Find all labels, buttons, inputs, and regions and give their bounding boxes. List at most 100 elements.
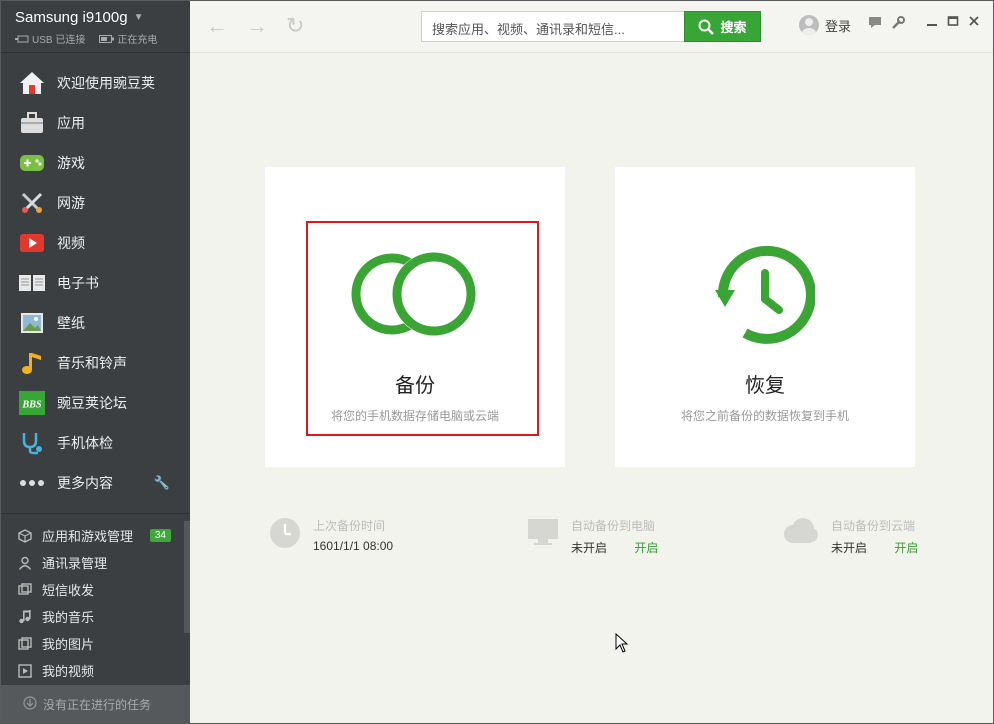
search-button-label: 搜索 xyxy=(720,20,747,35)
auto-cloud-info: 自动备份到云端 未开启 开启 xyxy=(781,517,918,556)
chat-icon[interactable] xyxy=(868,16,882,32)
sidebar-item-music[interactable]: 音乐和铃声 xyxy=(1,343,190,383)
maximize-icon[interactable] xyxy=(947,14,959,30)
manage-item-label: 我的视频 xyxy=(42,664,95,679)
download-icon xyxy=(23,695,37,713)
sidebar-item-sms[interactable]: 短信收发 xyxy=(1,576,190,603)
sidebar-item-video[interactable]: 视频 xyxy=(1,223,190,263)
app-window: Samsung i9100g ▼ USB 已连接 正在充电 欢迎使用豌豆荚 应用… xyxy=(0,0,994,724)
restore-description: 将您之前备份的数据恢复到手机 xyxy=(680,409,849,423)
backup-title: 备份 xyxy=(395,375,435,397)
book-icon xyxy=(19,270,45,296)
auto-pc-status: 未开启 开启 xyxy=(571,539,658,556)
sidebar-item-label: 欢迎使用豌豆荚 xyxy=(57,75,155,91)
person-icon xyxy=(17,555,33,571)
mouse-cursor-icon xyxy=(615,633,629,653)
device-name[interactable]: Samsung i9100g ▼ xyxy=(15,9,190,26)
last-backup-label: 上次备份时间 xyxy=(313,519,386,533)
auto-pc-value: 未开启 xyxy=(571,541,608,555)
sidebar-item-contacts[interactable]: 通讯录管理 xyxy=(1,549,190,576)
sidebar-item-label: 应用 xyxy=(57,115,85,131)
device-name-label: Samsung i9100g xyxy=(15,9,128,26)
backup-rings-icon xyxy=(351,252,476,336)
bbs-icon: BBS xyxy=(19,390,45,416)
sidebar-item-label: 音乐和铃声 xyxy=(57,355,127,371)
restore-title: 恢复 xyxy=(745,375,785,397)
restore-clock-icon xyxy=(715,245,815,344)
music-note-icon xyxy=(19,350,45,376)
main-nav: 欢迎使用豌豆荚 应用 游戏 网游 视频 电子书 壁纸 音乐和铃声 BBS 豌豆荚… xyxy=(1,53,190,503)
login-button[interactable]: 登录 xyxy=(799,15,851,35)
search-placeholder: 搜索应用、视频、通讯录和短信... xyxy=(432,22,625,37)
sidebar-item-label: 豌豆荚论坛 xyxy=(57,395,127,411)
sidebar-item-label: 更多内容 xyxy=(57,475,113,491)
picture-icon xyxy=(19,310,45,336)
top-toolbar: ← → ↻ 搜索应用、视频、通讯录和短信... 搜索 登录 xyxy=(190,1,993,53)
sidebar-item-label: 手机体检 xyxy=(57,435,113,451)
sidebar-item-checkup[interactable]: 手机体检 xyxy=(1,423,190,463)
count-badge: 34 xyxy=(149,529,171,542)
settings-wrench-icon[interactable] xyxy=(891,16,905,33)
sidebar-item-label: 视频 xyxy=(57,235,85,251)
sidebar: Samsung i9100g ▼ USB 已连接 正在充电 欢迎使用豌豆荚 应用… xyxy=(1,1,190,723)
music-icon xyxy=(17,609,33,625)
avatar-icon xyxy=(799,15,819,35)
more-dots-icon xyxy=(19,470,45,496)
task-status-bar[interactable]: 没有正在进行的任务 xyxy=(1,685,190,723)
chevron-down-icon[interactable]: ▼ xyxy=(134,12,144,23)
sidebar-item-label: 壁纸 xyxy=(57,315,85,331)
sidebar-item-label: 网游 xyxy=(57,195,85,211)
sidebar-item-my-music[interactable]: 我的音乐 xyxy=(1,603,190,630)
auto-pc-info: 自动备份到电脑 未开启 开启 xyxy=(527,517,658,556)
device-status: USB 已连接 正在充电 xyxy=(15,31,190,46)
sidebar-item-games[interactable]: 游戏 xyxy=(1,143,190,183)
sidebar-item-netgames[interactable]: 网游 xyxy=(1,183,190,223)
minimize-icon[interactable] xyxy=(926,14,938,30)
usb-status-label: USB 已连接 xyxy=(32,35,86,46)
manage-item-label: 我的图片 xyxy=(42,637,95,652)
auto-cloud-enable-link[interactable]: 开启 xyxy=(894,541,918,555)
manage-list: 应用和游戏管理 34 通讯录管理 短信收发 我的音乐 我的图片 我的视频 xyxy=(1,513,190,684)
login-label: 登录 xyxy=(825,18,852,34)
forward-icon[interactable]: → xyxy=(246,15,268,37)
backup-card[interactable]: 备份 将您的手机数据存储电脑或云端 xyxy=(265,167,565,467)
charge-status-label: 正在充电 xyxy=(117,35,158,46)
last-backup-value: 1601/1/1 08:00 xyxy=(313,539,394,553)
sidebar-item-forum[interactable]: BBS 豌豆荚论坛 xyxy=(1,383,190,423)
usb-status: USB 已连接 xyxy=(15,31,85,46)
search-button[interactable]: 搜索 xyxy=(684,11,761,42)
auto-pc-enable-link[interactable]: 开启 xyxy=(634,541,658,555)
sidebar-item-my-pictures[interactable]: 我的图片 xyxy=(1,630,190,657)
image-icon xyxy=(17,636,33,652)
manage-item-label: 应用和游戏管理 xyxy=(42,529,134,544)
last-backup-info: 上次备份时间 1601/1/1 08:00 xyxy=(269,517,393,553)
manage-item-label: 短信收发 xyxy=(42,583,95,598)
close-icon[interactable] xyxy=(968,14,980,30)
sidebar-item-app-manage[interactable]: 应用和游戏管理 34 xyxy=(1,522,190,549)
bbs-icon-text: BBS xyxy=(21,400,42,411)
manage-item-label: 通讯录管理 xyxy=(42,556,108,571)
wrench-icon[interactable]: 🔧 xyxy=(154,475,170,491)
sidebar-item-more[interactable]: 更多内容 🔧 xyxy=(1,463,190,503)
video-icon xyxy=(17,663,33,679)
sidebar-item-welcome[interactable]: 欢迎使用豌豆荚 xyxy=(1,63,190,103)
gamepad-icon xyxy=(19,150,45,176)
stethoscope-icon xyxy=(19,430,45,456)
sidebar-scrollbar[interactable] xyxy=(184,521,190,633)
sidebar-item-ebook[interactable]: 电子书 xyxy=(1,263,190,303)
clock-icon xyxy=(269,517,301,553)
search-input[interactable]: 搜索应用、视频、通讯录和短信... xyxy=(421,11,685,42)
sidebar-item-apps[interactable]: 应用 xyxy=(1,103,190,143)
refresh-icon[interactable]: ↻ xyxy=(286,15,304,37)
message-icon xyxy=(17,582,33,598)
auto-cloud-label: 自动备份到云端 xyxy=(831,519,916,533)
back-icon[interactable]: ← xyxy=(206,15,228,37)
restore-card[interactable]: 恢复 将您之前备份的数据恢复到手机 xyxy=(615,167,915,467)
backup-description: 将您的手机数据存储电脑或云端 xyxy=(330,409,499,423)
device-header[interactable]: Samsung i9100g ▼ USB 已连接 正在充电 xyxy=(1,1,190,53)
auto-cloud-value: 未开启 xyxy=(831,541,868,555)
sidebar-item-my-videos[interactable]: 我的视频 xyxy=(1,657,190,684)
search-icon xyxy=(698,19,715,35)
sidebar-item-wallpaper[interactable]: 壁纸 xyxy=(1,303,190,343)
bag-icon xyxy=(19,110,45,136)
